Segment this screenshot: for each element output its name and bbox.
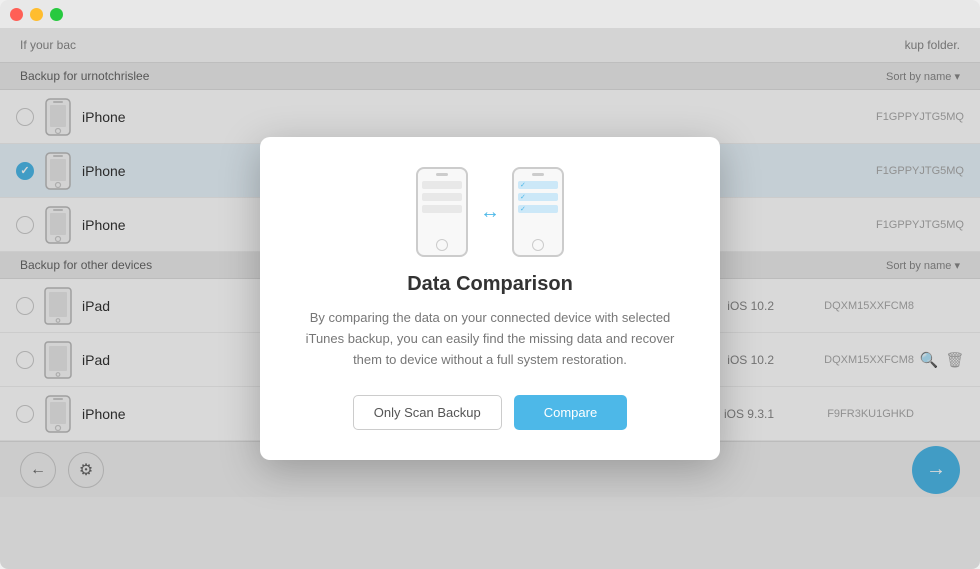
modal-description: By comparing the data on your connected …	[300, 308, 680, 370]
modal-overlay: ↔ ✓ ✓ ✓ Data Comparison By comparing the…	[0, 28, 980, 569]
phone-left	[416, 167, 468, 257]
compare-button[interactable]: Compare	[514, 395, 627, 430]
app-window: If your bac kup folder. Backup for urnot…	[0, 0, 980, 569]
scan-backup-button[interactable]: Only Scan Backup	[353, 395, 502, 430]
comparison-arrow: ↔	[480, 201, 500, 224]
phone-illustration: ↔ ✓ ✓ ✓	[416, 167, 564, 257]
phone-row	[422, 205, 462, 213]
phone-right: ✓ ✓ ✓	[512, 167, 564, 257]
phone-row-checked: ✓	[518, 205, 558, 213]
modal-title: Data Comparison	[407, 273, 573, 296]
close-button[interactable]	[10, 8, 23, 21]
maximize-button[interactable]	[50, 8, 63, 21]
data-comparison-modal: ↔ ✓ ✓ ✓ Data Comparison By comparing the…	[260, 137, 720, 459]
modal-buttons: Only Scan Backup Compare	[353, 395, 627, 430]
titlebar	[0, 0, 980, 28]
modal-illustration: ↔ ✓ ✓ ✓	[416, 167, 564, 257]
phone-row-checked: ✓	[518, 181, 558, 189]
phone-row	[422, 181, 462, 189]
phone-row-checked: ✓	[518, 193, 558, 201]
minimize-button[interactable]	[30, 8, 43, 21]
phone-row	[422, 193, 462, 201]
main-content: If your bac kup folder. Backup for urnot…	[0, 28, 980, 569]
